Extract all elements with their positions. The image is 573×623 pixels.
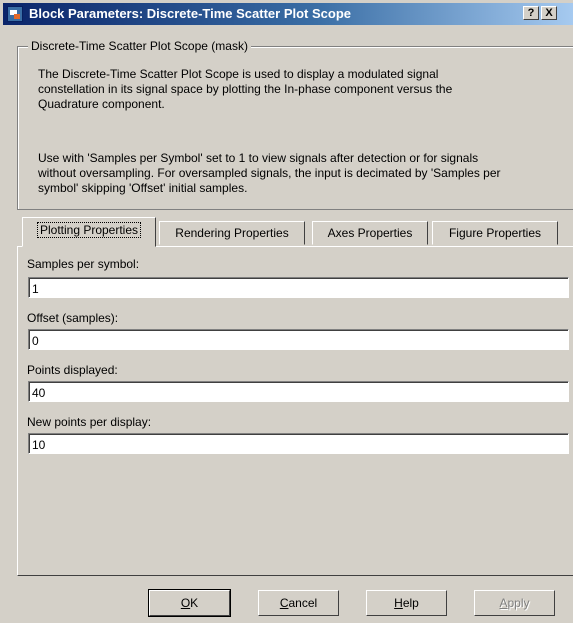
points-displayed-label: Points displayed:: [27, 363, 118, 377]
tab-rendering-properties[interactable]: Rendering Properties: [159, 221, 305, 245]
simulink-block-icon: [7, 6, 23, 22]
window-title: Block Parameters: Discrete-Time Scatter …: [29, 6, 352, 21]
mask-group-title: Discrete-Time Scatter Plot Scope (mask): [28, 39, 251, 53]
help-label: elp: [402, 596, 419, 610]
tab-figure-properties[interactable]: Figure Properties: [432, 221, 558, 245]
help-mnemonic: H: [394, 596, 403, 610]
offset-samples-input[interactable]: [28, 329, 569, 350]
block-parameters-dialog: Block Parameters: Discrete-Time Scatter …: [0, 0, 573, 623]
points-displayed-input[interactable]: [28, 381, 569, 402]
tab-axes-properties[interactable]: Axes Properties: [312, 221, 428, 245]
tab-plotting-properties[interactable]: Plotting Properties: [22, 217, 156, 247]
tab-label: Figure Properties: [448, 226, 542, 240]
apply-label: pply: [507, 596, 530, 610]
help-button[interactable]: Help: [366, 590, 447, 616]
mask-description-paragraph-1: The Discrete-Time Scatter Plot Scope is …: [38, 67, 453, 111]
samples-per-symbol-label: Samples per symbol:: [27, 257, 140, 271]
help-title-button[interactable]: ?: [523, 6, 539, 20]
new-points-per-display-input[interactable]: [28, 433, 569, 454]
samples-per-symbol-input[interactable]: [28, 277, 569, 298]
offset-samples-label: Offset (samples):: [27, 311, 119, 325]
ok-button[interactable]: OK: [148, 589, 231, 617]
close-icon[interactable]: X: [541, 6, 557, 20]
ok-label: K: [190, 596, 199, 610]
new-points-per-display-label: New points per display:: [27, 415, 152, 429]
cancel-label: ancel: [288, 596, 318, 610]
ok-mnemonic: O: [180, 596, 191, 610]
apply-mnemonic: A: [499, 596, 508, 610]
mask-description-paragraph-2: Use with 'Samples per Symbol' set to 1 t…: [38, 151, 501, 195]
tab-label: Axes Properties: [327, 226, 413, 240]
tab-label: Plotting Properties: [36, 222, 142, 238]
title-bar[interactable]: Block Parameters: Discrete-Time Scatter …: [3, 3, 573, 25]
apply-button[interactable]: Apply: [474, 590, 555, 616]
cancel-button[interactable]: Cancel: [258, 590, 339, 616]
tab-label: Rendering Properties: [175, 226, 289, 240]
